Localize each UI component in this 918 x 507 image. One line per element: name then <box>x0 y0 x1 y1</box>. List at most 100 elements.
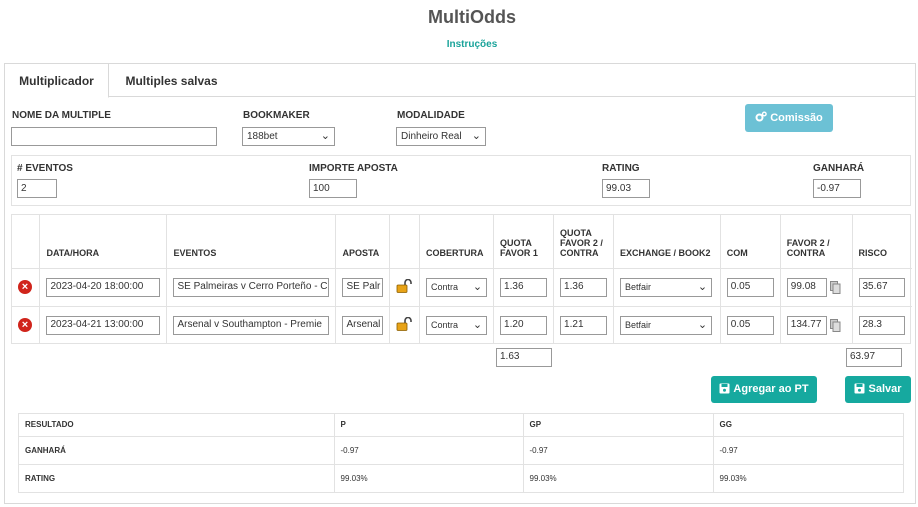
total-quota1[interactable]: 1.63 <box>496 348 552 367</box>
events-table-box: DATA/HORA EVENTOS APOSTA COBERTURA QUOTA… <box>11 214 912 344</box>
col-com: COM <box>719 215 781 268</box>
quota1-input[interactable]: 1.20 <box>500 315 548 335</box>
aposta-input[interactable]: Arsenal <box>342 315 384 335</box>
col-favor2: FAVOR 2 / CONTRA <box>779 215 852 268</box>
results-header-cell: GP <box>522 414 713 436</box>
copy-icon[interactable] <box>829 280 841 294</box>
salvar-button[interactable]: Salvar <box>845 376 911 403</box>
table-row: × 2023-04-20 18:00:00 SE Palmeiras v Cer… <box>12 267 912 306</box>
main-panel: Multiplicador Multiples salvas NOME DA M… <box>4 63 916 504</box>
remove-icon[interactable]: × <box>18 280 32 294</box>
evento-input[interactable]: Arsenal v Southampton - Premie <box>173 315 330 335</box>
chevron-down-icon: ⌄ <box>472 280 483 293</box>
results-header-cell: RESULTADO <box>25 420 74 430</box>
col-quota-favor1: QUOTA FAVOR 1 <box>493 215 554 268</box>
agregar-label: Agregar ao PT <box>733 383 809 395</box>
table-row: × 2023-04-21 13:00:00 Arsenal v Southamp… <box>12 305 912 344</box>
bookmaker-value: 188bet <box>247 131 278 142</box>
remove-icon[interactable]: × <box>18 318 32 333</box>
risco-input[interactable]: 28.3 <box>858 315 905 335</box>
events-table: DATA/HORA EVENTOS APOSTA COBERTURA QUOTA… <box>12 215 912 344</box>
results-header-cell: P <box>333 414 523 436</box>
exchange-select[interactable]: Betfair ⌄ <box>620 277 713 297</box>
save-icon <box>719 383 730 394</box>
page-title: MultiOdds <box>428 7 516 27</box>
col-exchange: EXCHANGE / BOOK2 <box>613 215 721 268</box>
results-cell: -0.97 <box>522 435 713 464</box>
col-datahora: DATA/HORA <box>39 215 167 268</box>
salvar-label: Salvar <box>868 383 902 395</box>
com-input[interactable]: 0.05 <box>726 315 774 335</box>
results-box: RESULTADO P GP GG GANHARÁ -0.97 -0.97 -0… <box>18 413 904 493</box>
results-header-cell: GG <box>712 414 903 436</box>
agregar-button[interactable]: Agregar ao PT <box>711 376 817 403</box>
table-row: RATING 99.03% 99.03% 99.03% <box>19 463 903 492</box>
eventos-input[interactable] <box>17 179 57 198</box>
instructions-link[interactable]: Instruções <box>0 39 918 50</box>
cobertura-select[interactable]: Contra ⌄ <box>426 315 488 335</box>
col-eventos: EVENTOS <box>166 215 336 268</box>
bookmaker-label: BOOKMAKER <box>243 110 310 121</box>
com-input[interactable]: 0.05 <box>726 277 774 297</box>
tab-bar: Multiplicador Multiples salvas <box>5 64 915 98</box>
quota1-input[interactable]: 1.36 <box>500 277 548 297</box>
cobertura-value: Contra <box>431 281 459 292</box>
bookmaker-select[interactable]: 188bet ⌄ <box>242 127 335 146</box>
importe-input[interactable] <box>309 179 357 198</box>
ganhara-label: GANHARÁ <box>813 163 865 174</box>
col-lock <box>389 215 420 268</box>
col-aposta: APOSTA <box>335 215 390 268</box>
cobertura-select[interactable]: Contra ⌄ <box>426 277 488 297</box>
results-cell: 99.03% <box>522 463 713 492</box>
save-icon <box>854 383 865 394</box>
favor2-input[interactable]: 99.08 <box>786 277 827 297</box>
multiple-name-label: NOME DA MULTIPLE <box>12 110 111 121</box>
results-table: RESULTADO P GP GG GANHARÁ -0.97 -0.97 -0… <box>19 414 903 492</box>
results-cell: 99.03% <box>712 463 903 492</box>
chevron-down-icon: ⌄ <box>320 130 330 142</box>
unlock-icon[interactable] <box>396 278 413 293</box>
comissao-button[interactable]: Comissão <box>745 104 833 132</box>
evento-input[interactable]: SE Palmeiras v Cerro Porteño - C <box>173 277 330 297</box>
exchange-value: Betfair <box>625 319 652 330</box>
tab-multiplicador[interactable]: Multiplicador <box>5 64 109 98</box>
unlock-icon[interactable] <box>396 317 413 332</box>
results-cell: 99.03% <box>333 463 523 492</box>
chevron-down-icon: ⌄ <box>471 130 481 142</box>
datahora-input[interactable]: 2023-04-20 18:00:00 <box>46 277 161 297</box>
table-row: GANHARÁ -0.97 -0.97 -0.97 <box>19 435 903 464</box>
multiple-name-input[interactable] <box>11 127 217 146</box>
aposta-input[interactable]: SE Palr <box>342 277 384 297</box>
favor2-input[interactable]: 134.77 <box>786 315 827 335</box>
comissao-label: Comissão <box>770 112 823 124</box>
cobertura-value: Contra <box>431 319 459 330</box>
gears-icon <box>755 111 768 122</box>
tab-multiples-salvas[interactable]: Multiples salvas <box>109 64 234 98</box>
eventos-label: # EVENTOS <box>17 163 73 174</box>
modalidade-value: Dinheiro Real <box>401 131 462 142</box>
chevron-down-icon: ⌄ <box>472 318 483 331</box>
col-remove <box>12 215 40 268</box>
copy-icon[interactable] <box>829 318 841 332</box>
risco-input[interactable]: 35.67 <box>858 277 905 297</box>
quota2-input[interactable]: 1.21 <box>560 315 608 335</box>
exchange-select[interactable]: Betfair ⌄ <box>620 315 713 335</box>
results-cell: RATING <box>19 463 334 492</box>
col-cobertura: COBERTURA <box>419 215 494 268</box>
total-risco[interactable]: 63.97 <box>846 348 902 367</box>
datahora-input[interactable]: 2023-04-21 13:00:00 <box>46 315 161 335</box>
col-quota-favor2: QUOTA FAVOR 2 / CONTRA <box>553 215 614 268</box>
rating-label: RATING <box>602 163 640 174</box>
rating-input[interactable] <box>602 179 650 198</box>
summary-box: # EVENTOS IMPORTE APOSTA RATING GANHARÁ <box>11 155 911 206</box>
chevron-down-icon: ⌄ <box>697 318 708 331</box>
quota2-input[interactable]: 1.36 <box>560 277 608 297</box>
modalidade-select[interactable]: Dinheiro Real ⌄ <box>396 127 486 146</box>
results-cell: -0.97 <box>333 435 523 464</box>
importe-label: IMPORTE APOSTA <box>309 163 398 174</box>
modalidade-label: MODALIDADE <box>397 110 465 121</box>
exchange-value: Betfair <box>625 281 652 292</box>
results-cell: -0.97 <box>712 435 903 464</box>
col-risco: RISCO <box>851 215 912 268</box>
ganhara-input[interactable] <box>813 179 861 198</box>
